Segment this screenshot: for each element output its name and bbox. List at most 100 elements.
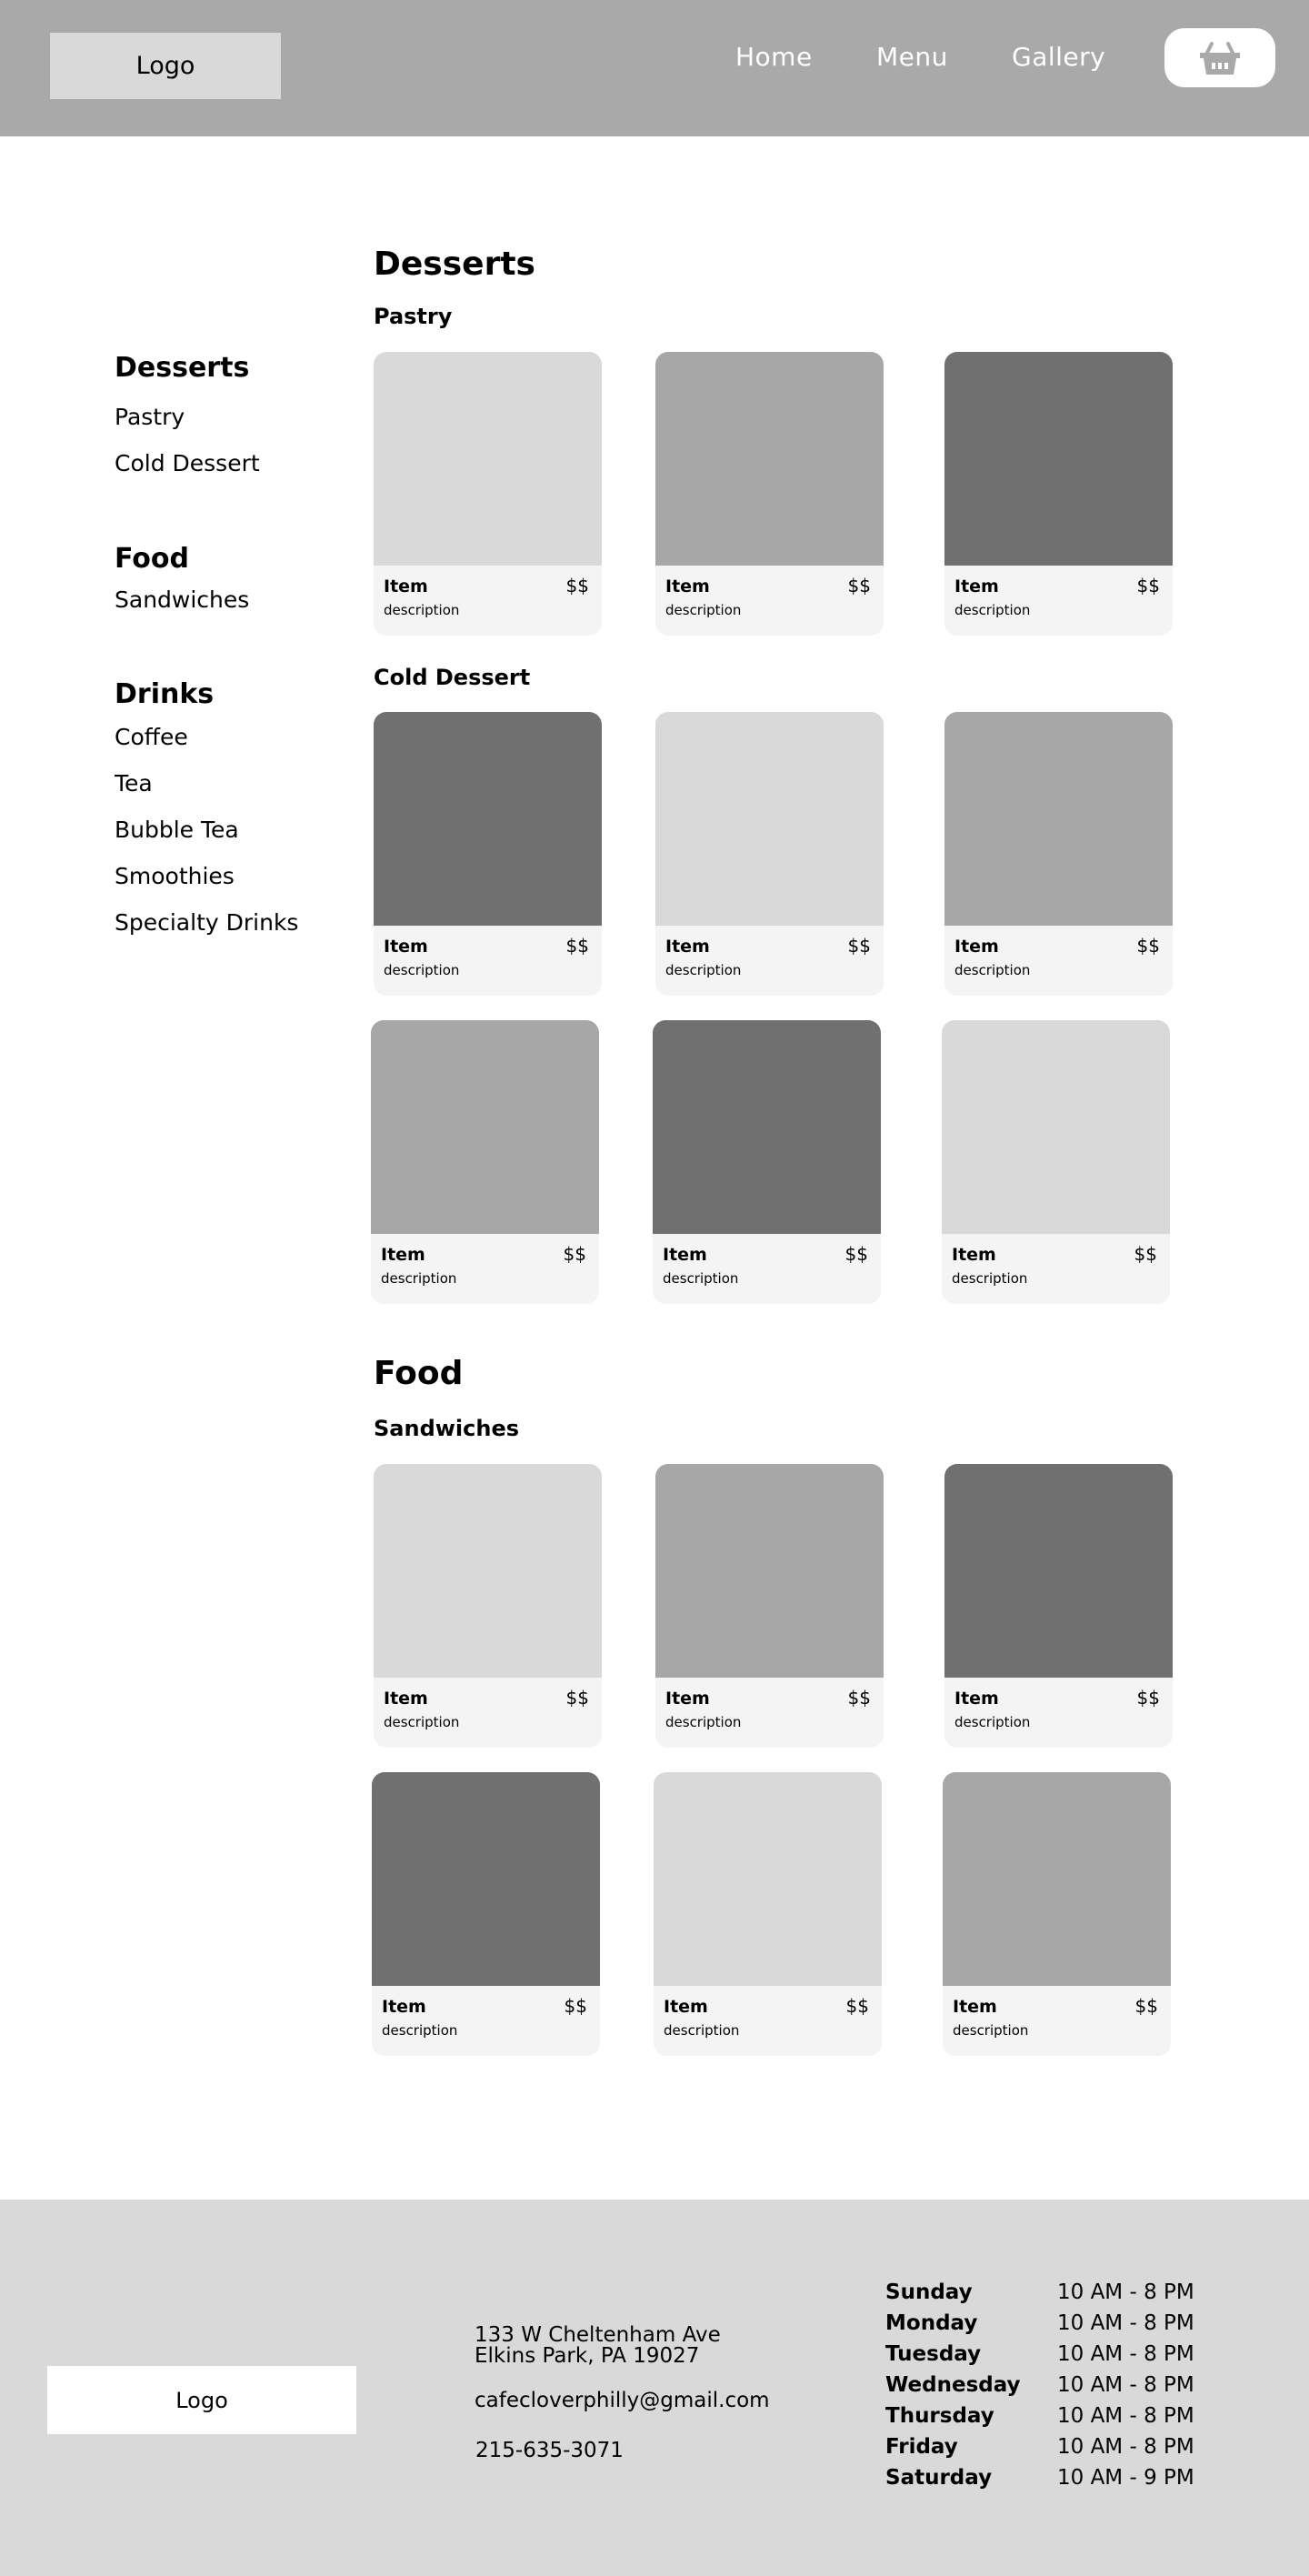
menu-item-card[interactable]: Item $$ description bbox=[371, 1020, 599, 1304]
sidebar-item-tea[interactable]: Tea bbox=[115, 770, 153, 797]
item-description: description bbox=[954, 1714, 1031, 1730]
item-price: $$ bbox=[847, 575, 871, 596]
footer-logo[interactable]: Logo bbox=[47, 2366, 356, 2434]
item-description: description bbox=[665, 962, 742, 978]
item-name: Item bbox=[665, 937, 710, 957]
item-price: $$ bbox=[565, 935, 589, 957]
cart-button[interactable] bbox=[1164, 28, 1275, 87]
hours-day: Friday bbox=[885, 2435, 958, 2459]
menu-item-card[interactable]: Item $$ description bbox=[653, 1020, 881, 1304]
section-title-desserts: Desserts bbox=[374, 246, 535, 283]
item-description: description bbox=[384, 962, 460, 978]
site-footer: Logo 133 W Cheltenham Ave Elkins Park, P… bbox=[0, 2200, 1309, 2576]
item-name: Item bbox=[384, 937, 428, 957]
item-image-placeholder bbox=[944, 712, 1173, 926]
sidebar-heading-desserts[interactable]: Desserts bbox=[115, 352, 249, 384]
contact-phone[interactable]: 215-635-3071 bbox=[475, 2440, 624, 2461]
item-name: Item bbox=[381, 1245, 425, 1265]
sidebar-item-bubble-tea[interactable]: Bubble Tea bbox=[115, 817, 239, 843]
menu-item-card[interactable]: Item $$ description bbox=[655, 352, 884, 636]
item-image-placeholder bbox=[374, 1464, 602, 1678]
menu-item-card[interactable]: Item $$ description bbox=[655, 712, 884, 996]
menu-item-card[interactable]: Item $$ description bbox=[372, 1772, 600, 2056]
logo-text: Logo bbox=[135, 52, 195, 80]
item-description: description bbox=[664, 2022, 740, 2039]
item-price: $$ bbox=[1136, 935, 1160, 957]
hours-time: 10 AM - 8 PM bbox=[1057, 2404, 1194, 2428]
hours-day: Sunday bbox=[885, 2280, 973, 2304]
sidebar-heading-food[interactable]: Food bbox=[115, 543, 189, 575]
item-name: Item bbox=[953, 1997, 997, 2017]
item-price: $$ bbox=[847, 1687, 871, 1709]
subsection-title-sandwiches: Sandwiches bbox=[374, 1416, 520, 1441]
menu-item-card[interactable]: Item $$ description bbox=[944, 1464, 1173, 1748]
item-price: $$ bbox=[847, 935, 871, 957]
menu-item-card[interactable]: Item $$ description bbox=[654, 1772, 882, 2056]
item-description: description bbox=[953, 2022, 1029, 2039]
item-price: $$ bbox=[1136, 575, 1160, 596]
item-name: Item bbox=[663, 1245, 707, 1265]
hours-time: 10 AM - 8 PM bbox=[1057, 2373, 1194, 2397]
item-description: description bbox=[952, 1270, 1028, 1287]
hours-day: Thursday bbox=[885, 2404, 994, 2428]
item-price: $$ bbox=[1134, 1995, 1158, 2017]
sidebar-heading-drinks[interactable]: Drinks bbox=[115, 678, 214, 710]
menu-item-card[interactable]: Item $$ description bbox=[942, 1020, 1170, 1304]
item-image-placeholder bbox=[655, 352, 884, 566]
item-price: $$ bbox=[845, 1995, 869, 2017]
menu-item-card[interactable]: Item $$ description bbox=[374, 1464, 602, 1748]
item-description: description bbox=[665, 602, 742, 618]
item-description: description bbox=[382, 2022, 458, 2039]
item-name: Item bbox=[665, 576, 710, 596]
menu-item-card[interactable]: Item $$ description bbox=[655, 1464, 884, 1748]
sidebar-item-cold-dessert[interactable]: Cold Dessert bbox=[115, 450, 260, 476]
menu-item-card[interactable]: Item $$ description bbox=[943, 1772, 1171, 2056]
nav-gallery-link[interactable]: Gallery bbox=[1012, 42, 1105, 72]
hours-day: Monday bbox=[885, 2311, 978, 2335]
hours-time: 10 AM - 8 PM bbox=[1057, 2280, 1194, 2304]
item-name: Item bbox=[952, 1245, 996, 1265]
item-price: $$ bbox=[844, 1243, 868, 1265]
item-name: Item bbox=[382, 1997, 426, 2017]
hours-day: Tuesday bbox=[885, 2342, 982, 2366]
item-description: description bbox=[954, 962, 1031, 978]
section-title-food: Food bbox=[374, 1355, 464, 1392]
header-logo[interactable]: Logo bbox=[50, 33, 281, 99]
item-name: Item bbox=[384, 576, 428, 596]
hours-time: 10 AM - 8 PM bbox=[1057, 2435, 1194, 2459]
nav-home-link[interactable]: Home bbox=[735, 42, 813, 72]
contact-email[interactable]: cafecloverphilly@gmail.com bbox=[475, 2390, 770, 2411]
hours-time: 10 AM - 8 PM bbox=[1057, 2311, 1194, 2335]
item-price: $$ bbox=[565, 575, 589, 596]
item-image-placeholder bbox=[655, 712, 884, 926]
menu-item-card[interactable]: Item $$ description bbox=[374, 712, 602, 996]
item-image-placeholder bbox=[654, 1772, 882, 1986]
item-description: description bbox=[665, 1714, 742, 1730]
item-name: Item bbox=[665, 1689, 710, 1709]
subsection-title-pastry: Pastry bbox=[374, 304, 453, 329]
subsection-title-cold-dessert: Cold Dessert bbox=[374, 665, 531, 690]
hours-time: 10 AM - 8 PM bbox=[1057, 2342, 1194, 2366]
sidebar-item-coffee[interactable]: Coffee bbox=[115, 724, 188, 750]
item-price: $$ bbox=[1136, 1687, 1160, 1709]
hours-day: Wednesday bbox=[885, 2373, 1021, 2397]
menu-item-card[interactable]: Item $$ description bbox=[374, 352, 602, 636]
sidebar-item-smoothies[interactable]: Smoothies bbox=[115, 863, 235, 889]
item-name: Item bbox=[954, 937, 999, 957]
hours-time: 10 AM - 9 PM bbox=[1057, 2466, 1194, 2490]
nav-menu-link[interactable]: Menu bbox=[876, 42, 948, 72]
hours-day: Saturday bbox=[885, 2466, 993, 2490]
basket-icon bbox=[1200, 41, 1240, 75]
menu-item-card[interactable]: Item $$ description bbox=[944, 712, 1173, 996]
menu-item-card[interactable]: Item $$ description bbox=[944, 352, 1173, 636]
item-price: $$ bbox=[564, 1995, 587, 2017]
item-description: description bbox=[954, 602, 1031, 618]
sidebar-item-sandwiches[interactable]: Sandwiches bbox=[115, 586, 249, 613]
item-description: description bbox=[381, 1270, 457, 1287]
sidebar-item-specialty-drinks[interactable]: Specialty Drinks bbox=[115, 909, 298, 936]
item-price: $$ bbox=[565, 1687, 589, 1709]
item-price: $$ bbox=[563, 1243, 586, 1265]
address-line-1: 133 W Cheltenham Ave bbox=[475, 2323, 721, 2347]
sidebar-item-pastry[interactable]: Pastry bbox=[115, 404, 185, 430]
item-name: Item bbox=[954, 1689, 999, 1709]
